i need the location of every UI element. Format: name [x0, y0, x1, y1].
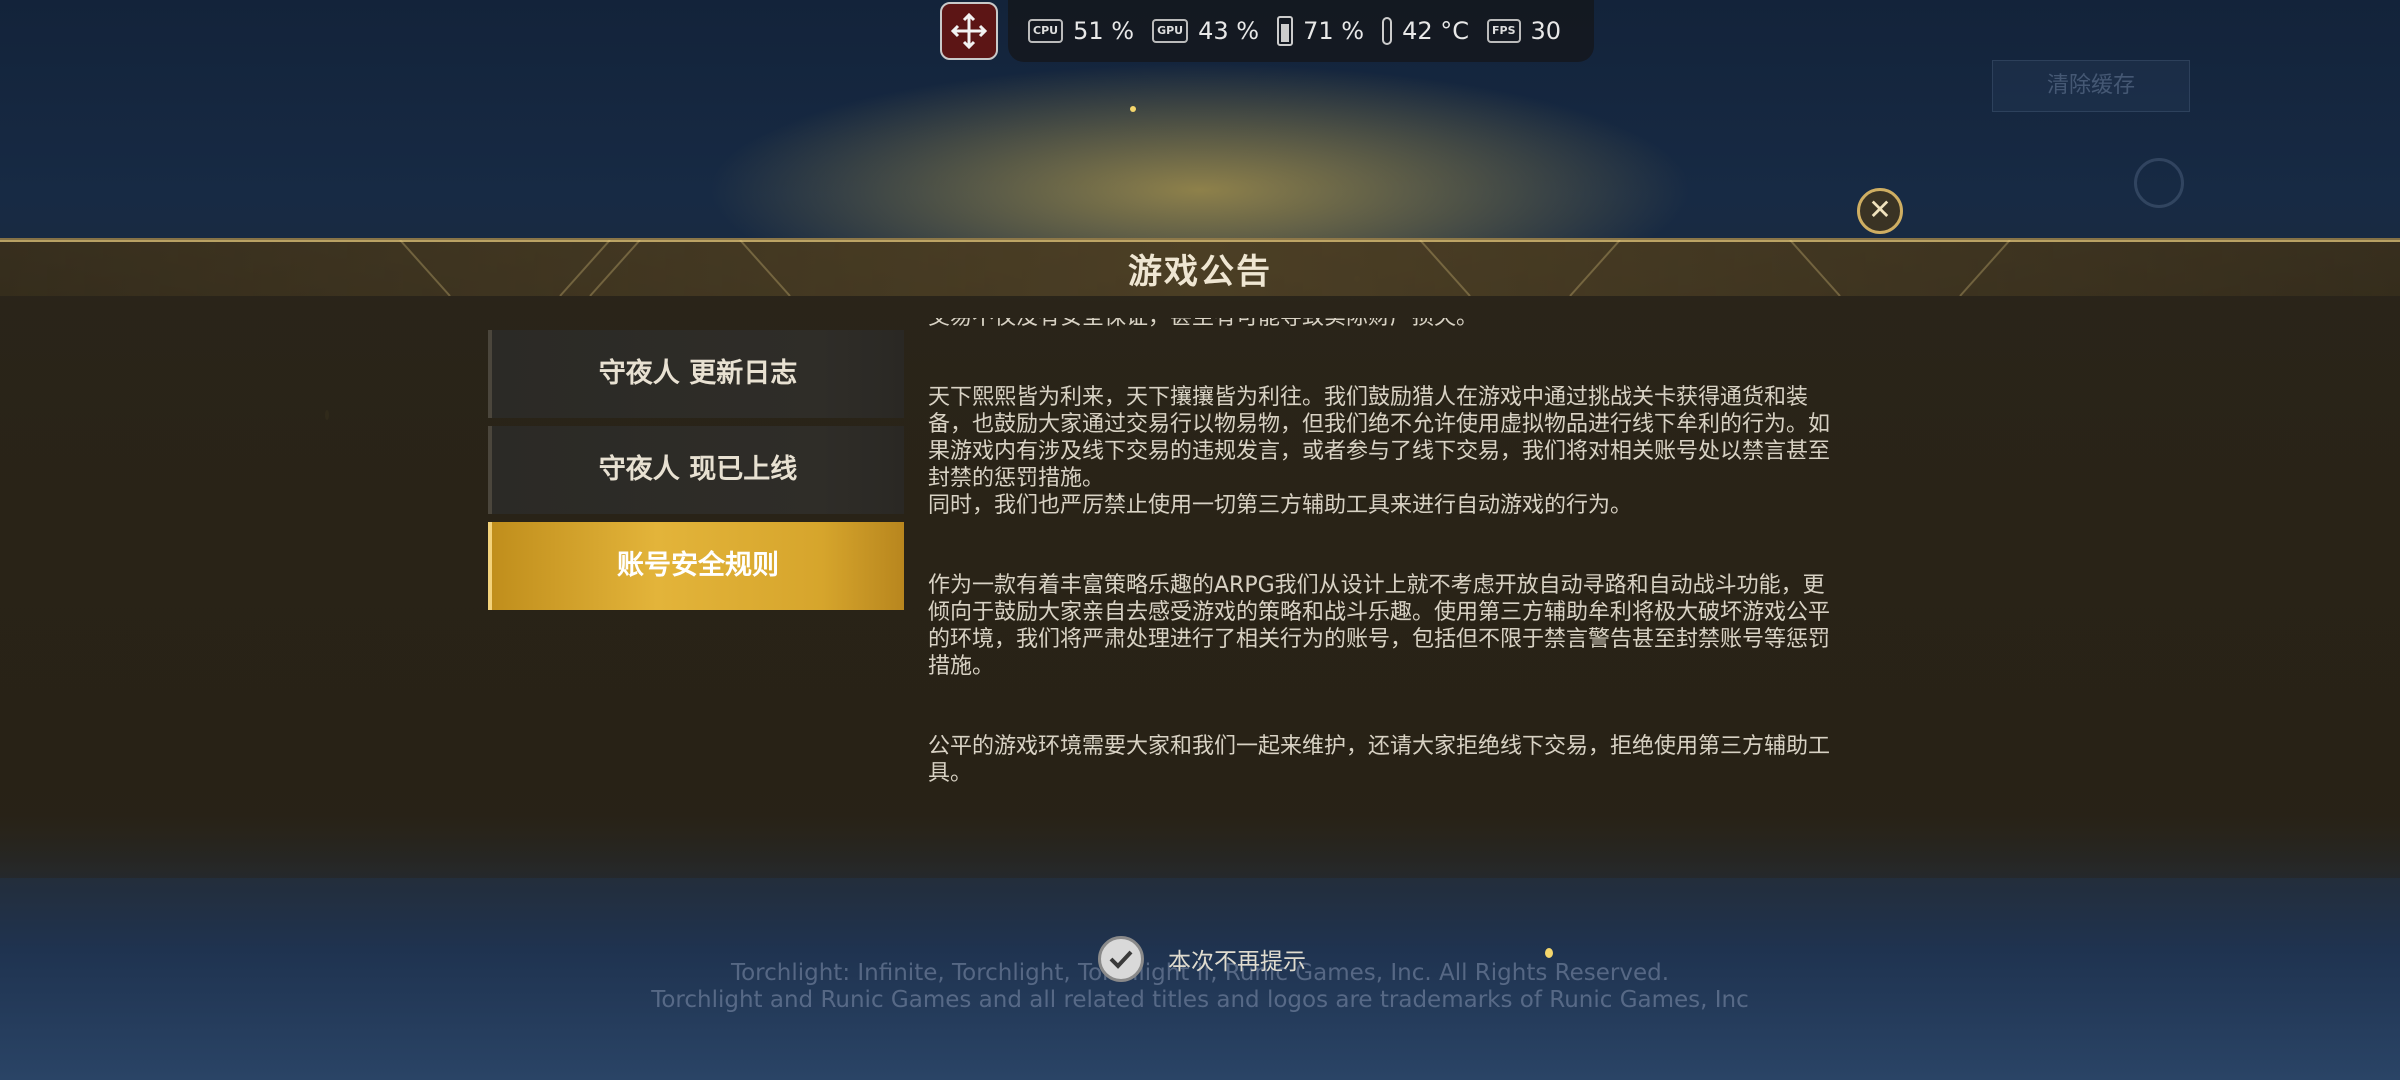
gpu-value: 43 %	[1198, 17, 1260, 45]
fps-value: 30	[1530, 17, 1562, 45]
legal-line: Torchlight and Runic Games and all relat…	[651, 987, 1749, 1013]
content-paragraph: 天下熙熙皆为利来，天下攘攘皆为利往。我们鼓励猎人在游戏中通过挑战关卡获得通货和装…	[928, 385, 1831, 491]
menu-item-account-security[interactable]: 账号安全规则	[488, 522, 904, 610]
performance-hud: CPU 51 % GPU 43 % 71 % 42 °C FPS 30	[1008, 0, 1594, 62]
hud-cpu: CPU 51 %	[1028, 17, 1134, 45]
spark-decoration	[1545, 948, 1553, 958]
thermometer-icon	[1382, 17, 1393, 45]
hud-battery: 71 %	[1277, 16, 1364, 46]
announcement-title: 游戏公告	[1128, 252, 1272, 292]
content-paragraph: 作为一款有着丰富策略乐趣的ARPG我们从设计上就不考虑开放自动寻路和自动战斗功能…	[928, 573, 1831, 679]
cpu-icon: CPU	[1028, 19, 1064, 43]
move-arrows-icon	[950, 12, 988, 50]
checkmark-icon	[1109, 950, 1133, 969]
hud-gpu: GPU 43 %	[1152, 17, 1259, 45]
battery-value: 71 %	[1303, 17, 1365, 45]
announcement-content: 交易不仅没有安全保证，甚至有可能导致实际财产损失。 天下熙熙皆为利来，天下攘攘皆…	[928, 318, 1840, 818]
temperature-value: 42 °C	[1402, 17, 1469, 45]
clear-cache-button[interactable]: 清除缓存	[1992, 60, 2190, 112]
menu-item-update-log[interactable]: 守夜人 更新日志	[488, 330, 904, 418]
fps-icon: FPS	[1487, 19, 1521, 43]
battery-icon	[1277, 16, 1294, 46]
content-paragraph: 公平的游戏环境需要大家和我们一起来维护，还请大家拒绝线下交易，拒绝使用第三方辅助…	[928, 734, 1831, 786]
menu-item-now-online[interactable]: 守夜人 现已上线	[488, 426, 904, 514]
hud-move-handle[interactable]	[940, 2, 998, 60]
content-paragraph: 交易不仅没有安全保证，甚至有可能导致实际财产损失。	[928, 318, 1840, 331]
dont-remind-label: 本次不再提示	[1168, 949, 1306, 975]
gpu-icon: GPU	[1152, 19, 1189, 43]
close-button[interactable]: ✕	[1857, 188, 1903, 234]
hud-fps: FPS 30	[1487, 17, 1561, 45]
cpu-value: 51 %	[1073, 17, 1135, 45]
spark-decoration	[1130, 106, 1136, 112]
hud-temperature: 42 °C	[1382, 17, 1469, 45]
game-screen: 清除缓存 游戏公告 ✕ 守夜人 更新日志 守夜人 现已上线 账号安全规则 交易不	[0, 0, 2400, 1080]
dont-remind-toggle[interactable]: 本次不再提示	[1098, 936, 1306, 982]
customer-service-icon[interactable]	[2134, 158, 2184, 208]
content-paragraph: 同时，我们也严厉禁止使用一切第三方辅助工具来进行自动游戏的行为。	[928, 493, 1633, 518]
checkbox[interactable]	[1098, 936, 1144, 982]
